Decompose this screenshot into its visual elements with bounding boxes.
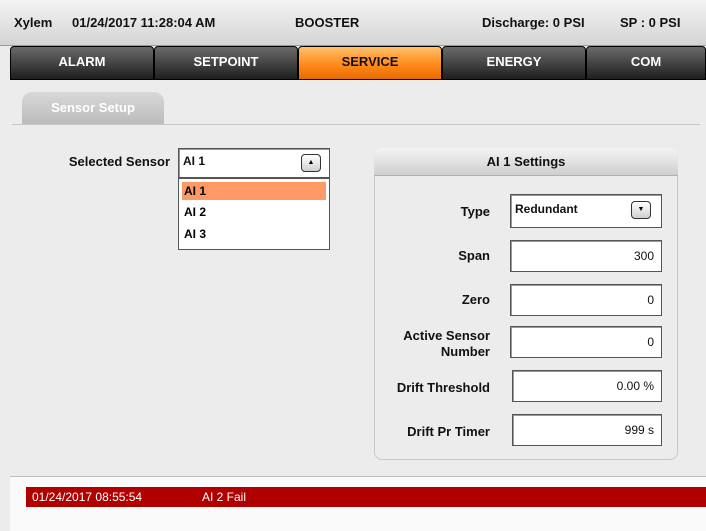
brand-label: Xylem	[14, 15, 53, 30]
tab-sensor-setup[interactable]: Sensor Setup	[22, 92, 164, 128]
tab-alarm[interactable]: ALARM	[10, 46, 154, 80]
tab-com[interactable]: COM	[586, 46, 706, 80]
zero-input[interactable]: 0	[510, 284, 662, 316]
tab-service[interactable]: SERVICE	[298, 46, 442, 80]
tab-energy[interactable]: ENERGY	[442, 46, 586, 80]
alarm-timestamp: 01/24/2017 08:55:54	[32, 490, 143, 504]
chevron-down-icon[interactable]: ▼	[631, 201, 651, 219]
drift-timer-input[interactable]: 999 s	[512, 414, 662, 446]
alarm-row[interactable]: 01/24/2017 08:55:54 AI 2 Fail	[26, 487, 706, 507]
sensor-option-ai1[interactable]: AI 1	[182, 182, 326, 200]
discharge-label: Discharge: 0 PSI	[482, 15, 585, 30]
type-value: Redundant	[515, 202, 578, 216]
alarm-message: AI 2 Fail	[202, 490, 247, 504]
mode-label: BOOSTER	[295, 15, 360, 30]
selected-sensor-label: Selected Sensor	[68, 154, 170, 169]
span-input[interactable]: 300	[510, 240, 662, 272]
span-label: Span	[458, 248, 490, 263]
zero-label: Zero	[461, 292, 490, 307]
drift-threshold-label: Drift Threshold	[396, 380, 490, 395]
sensor-select-value: AI 1	[183, 154, 206, 168]
status-bar: Xylem 01/24/2017 11:28:04 AM BOOSTER Dis…	[0, 0, 706, 46]
active-sensor-label: Active Sensor	[403, 328, 490, 343]
tab-setpoint[interactable]: SETPOINT	[154, 46, 298, 80]
active-sensor-label-2: Number	[440, 344, 490, 359]
settings-title: AI 1 Settings	[374, 148, 678, 176]
drift-timer-label: Drift Pr Timer	[407, 424, 490, 439]
type-select[interactable]: Redundant ▼	[510, 194, 662, 228]
datetime-label: 01/24/2017 11:28:04 AM	[72, 15, 216, 30]
sensor-option-ai2[interactable]: AI 2	[182, 203, 326, 221]
type-label: Type	[460, 204, 490, 219]
sensor-select[interactable]: AI 1 ▲	[178, 148, 330, 178]
setpoint-label: SP : 0 PSI	[620, 15, 681, 30]
drift-threshold-input[interactable]: 0.00 %	[512, 370, 662, 402]
sensor-option-ai3[interactable]: AI 3	[182, 225, 326, 243]
active-sensor-input[interactable]: 0	[510, 326, 662, 358]
sensor-dropdown-list: AI 1 AI 2 AI 3	[178, 178, 330, 250]
chevron-up-icon[interactable]: ▲	[301, 154, 321, 172]
